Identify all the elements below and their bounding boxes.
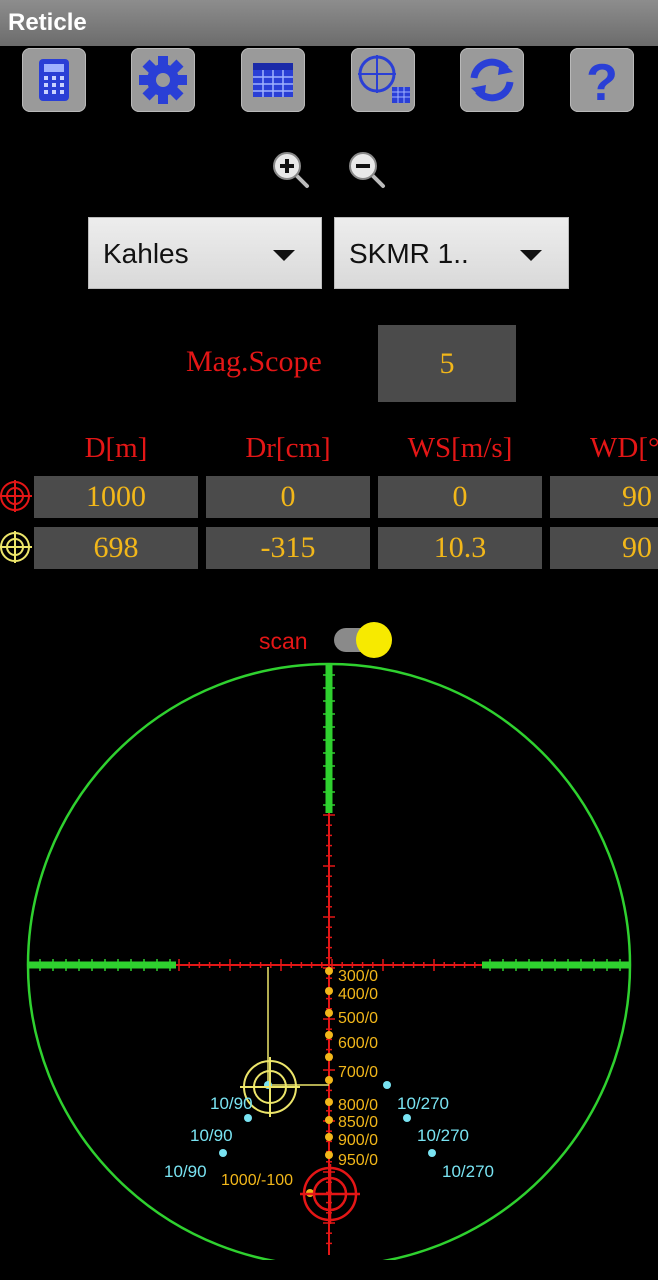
table-button[interactable]	[241, 48, 305, 112]
app-title: Reticle	[8, 9, 87, 36]
scan-toggle-knob	[356, 622, 392, 658]
gear-icon	[139, 56, 187, 104]
settings-button[interactable]	[131, 48, 195, 112]
drop-label: 950/0	[338, 1152, 378, 1169]
drop-dot	[325, 967, 333, 975]
model-select[interactable]: SKMR 1..	[334, 217, 569, 289]
drop-dot	[325, 1098, 333, 1106]
wind-label-right: 10/270	[417, 1126, 469, 1145]
drop-dot	[325, 1053, 333, 1061]
row1-wind-direction-cell[interactable]: 90	[550, 476, 658, 518]
column-header-wind-speed: WS[m/s]	[407, 432, 513, 464]
wind-dot	[219, 1149, 227, 1157]
red-target-icon[interactable]	[0, 475, 34, 517]
refresh-icon	[470, 58, 514, 102]
row2-distance-cell[interactable]: 698	[34, 527, 198, 569]
scan-label: scan	[259, 628, 308, 654]
drop-label: 900/0	[338, 1132, 378, 1149]
calculator-button[interactable]	[22, 48, 86, 112]
drop-label: 700/0	[338, 1064, 378, 1081]
brand-select[interactable]: Kahles	[88, 217, 322, 289]
brand-select-value: Kahles	[103, 238, 189, 269]
zoom-in-icon[interactable]	[269, 148, 311, 190]
drop-dot	[325, 1031, 333, 1039]
wind-dot	[428, 1149, 436, 1157]
row1-distance-cell[interactable]: 1000	[34, 476, 198, 518]
help-button[interactable]: ?	[570, 48, 634, 112]
zoom-out-icon[interactable]	[345, 148, 387, 190]
calculator-icon	[39, 59, 69, 101]
svg-text:?: ?	[586, 54, 618, 112]
wind-dot	[383, 1081, 391, 1089]
refresh-button[interactable]	[460, 48, 524, 112]
wind-label-right: 10/270	[442, 1162, 494, 1181]
wind-label-right: 10/270	[397, 1094, 449, 1113]
drop-label: 400/0	[338, 986, 378, 1003]
table-icon	[253, 63, 293, 97]
wind-label-left: 10/90	[190, 1126, 233, 1145]
reticle-view[interactable]: 300/0 400/0 500/0 600/0 700/0 800/0 850/…	[0, 655, 658, 1260]
drop-dot	[325, 1151, 333, 1159]
row2-wind-direction-cell[interactable]: 90	[550, 527, 658, 569]
wind-dot	[244, 1114, 252, 1122]
scan-toggle[interactable]	[334, 622, 392, 658]
drop-label: 600/0	[338, 1035, 378, 1052]
reticle-table-icon	[358, 55, 410, 103]
drop-label: 300/0	[338, 968, 378, 985]
wind-dot	[403, 1114, 411, 1122]
red-target-marker[interactable]	[300, 1164, 360, 1224]
drop-dot	[325, 1009, 333, 1017]
yellow-lead-line	[267, 967, 329, 1086]
drop-dot	[325, 987, 333, 995]
column-header-distance: D[m]	[84, 432, 148, 464]
row2-drop-cell[interactable]: -315	[206, 527, 370, 569]
drop-label: 850/0	[338, 1114, 378, 1131]
wind-label-left: 10/90	[210, 1094, 253, 1113]
column-header-drop: Dr[cm]	[245, 432, 331, 464]
magnification-input[interactable]: 5	[378, 325, 516, 402]
magnification-label: Mag.Scope	[186, 345, 322, 378]
row1-drop-cell[interactable]: 0	[206, 476, 370, 518]
model-select-value: SKMR 1..	[349, 238, 469, 269]
yellow-target-icon[interactable]	[0, 526, 34, 568]
row2-wind-speed-cell[interactable]: 10.3	[378, 527, 542, 569]
help-icon: ?	[586, 54, 618, 112]
chevron-down-icon	[520, 250, 542, 261]
row1-wind-speed-cell[interactable]: 0	[378, 476, 542, 518]
column-header-wind-direction: WD[°	[590, 432, 658, 464]
chevron-down-icon	[273, 250, 295, 261]
wind-label-left: 10/90	[164, 1162, 207, 1181]
drop-dot	[325, 1116, 333, 1124]
title-bar: Reticle	[0, 0, 658, 46]
drop-dot	[325, 1133, 333, 1141]
drop-dot	[325, 1076, 333, 1084]
drop-label: 800/0	[338, 1097, 378, 1114]
reticle-table-button[interactable]	[351, 48, 415, 112]
drop-label: 500/0	[338, 1010, 378, 1027]
drop-label: 1000/-100	[221, 1172, 293, 1189]
